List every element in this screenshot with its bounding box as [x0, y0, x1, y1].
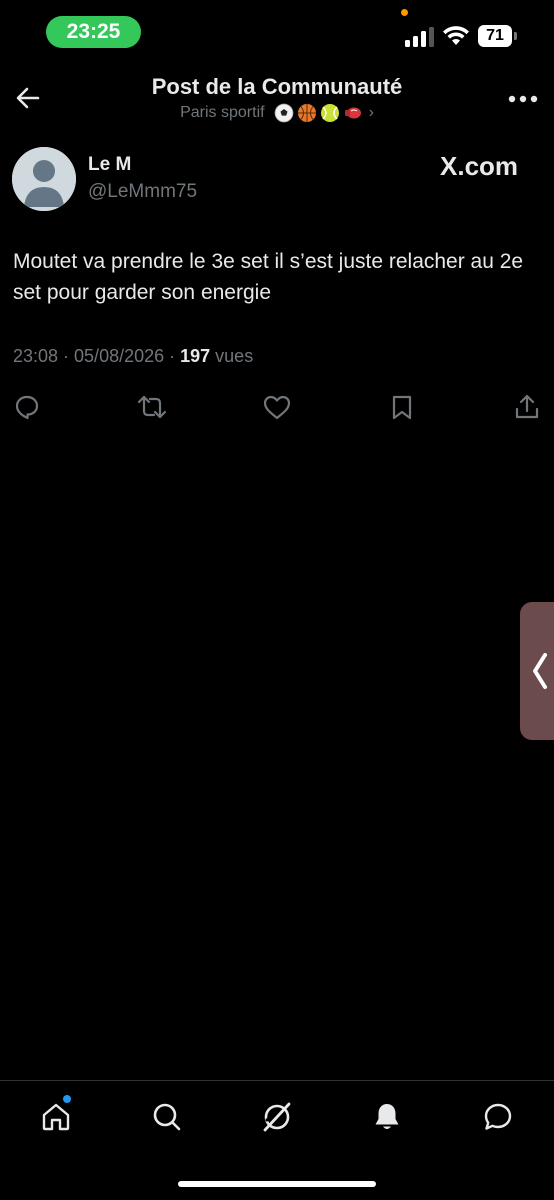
views-count[interactable]: 197 — [180, 346, 210, 366]
chevron-left-icon — [533, 653, 547, 689]
cellular-signal-icon — [405, 27, 434, 47]
avatar[interactable] — [12, 147, 76, 211]
side-drawer-handle[interactable] — [520, 602, 554, 740]
battery-level: 71 — [478, 25, 512, 47]
bookmark-icon — [392, 395, 412, 420]
like-icon — [263, 395, 291, 420]
author-handle[interactable]: @LeMmm75 — [88, 181, 197, 203]
nav-home[interactable] — [38, 1099, 74, 1135]
boxing-glove-icon — [344, 107, 361, 119]
community-link[interactable]: Paris sportif › — [0, 103, 554, 123]
status-time[interactable]: 23:25 — [46, 16, 141, 48]
chevron-right-icon: › — [368, 104, 374, 121]
default-avatar-icon — [12, 147, 76, 211]
header: Post de la Communauté Paris sportif › — [0, 64, 554, 132]
like-button[interactable] — [262, 392, 292, 422]
nav-search[interactable] — [149, 1099, 185, 1135]
views-label: vues — [210, 346, 254, 366]
home-icon — [42, 1103, 70, 1131]
community-name: Paris sportif — [180, 104, 265, 121]
bookmark-button[interactable] — [387, 392, 417, 422]
home-indicator[interactable] — [178, 1181, 376, 1187]
wifi-icon — [443, 26, 469, 45]
nav-notifications[interactable] — [369, 1099, 405, 1135]
more-options-button[interactable] — [506, 82, 540, 116]
home-new-content-dot — [63, 1095, 71, 1103]
repost-button[interactable] — [137, 392, 167, 422]
basketball-icon — [297, 104, 316, 122]
grok-icon — [263, 1102, 291, 1132]
messages-icon — [484, 1103, 512, 1130]
bottom-nav — [0, 1080, 554, 1200]
nav-grok[interactable] — [259, 1099, 295, 1135]
battery-tip — [514, 32, 517, 40]
soccer-ball-icon — [274, 103, 293, 123]
post-meta: 23:08 · 05/08/2026 · 197 vues — [13, 346, 253, 367]
page-title: Post de la Communauté — [151, 74, 403, 99]
reply-icon — [15, 395, 39, 420]
search-icon — [153, 1103, 181, 1131]
tennis-ball-icon — [320, 104, 339, 122]
post-actions — [0, 392, 554, 424]
nav-messages[interactable] — [480, 1099, 516, 1135]
post-timestamp: 23:08 · 05/08/2026 · — [13, 346, 181, 366]
share-button[interactable] — [512, 392, 542, 422]
privacy-indicator-dot — [401, 9, 408, 16]
notifications-icon — [375, 1104, 399, 1129]
author-display-name[interactable]: Le M — [88, 154, 131, 176]
xcom-watermark: X.com — [440, 151, 519, 181]
share-icon — [515, 394, 539, 419]
battery-indicator: 71 — [478, 25, 518, 47]
reply-button[interactable] — [12, 392, 42, 422]
more-horizontal-icon — [508, 95, 538, 103]
status-bar: 23:25 71 — [0, 0, 554, 64]
repost-icon — [137, 395, 167, 419]
post-text: Moutet va prendre le 3e set il s’est jus… — [13, 250, 524, 304]
